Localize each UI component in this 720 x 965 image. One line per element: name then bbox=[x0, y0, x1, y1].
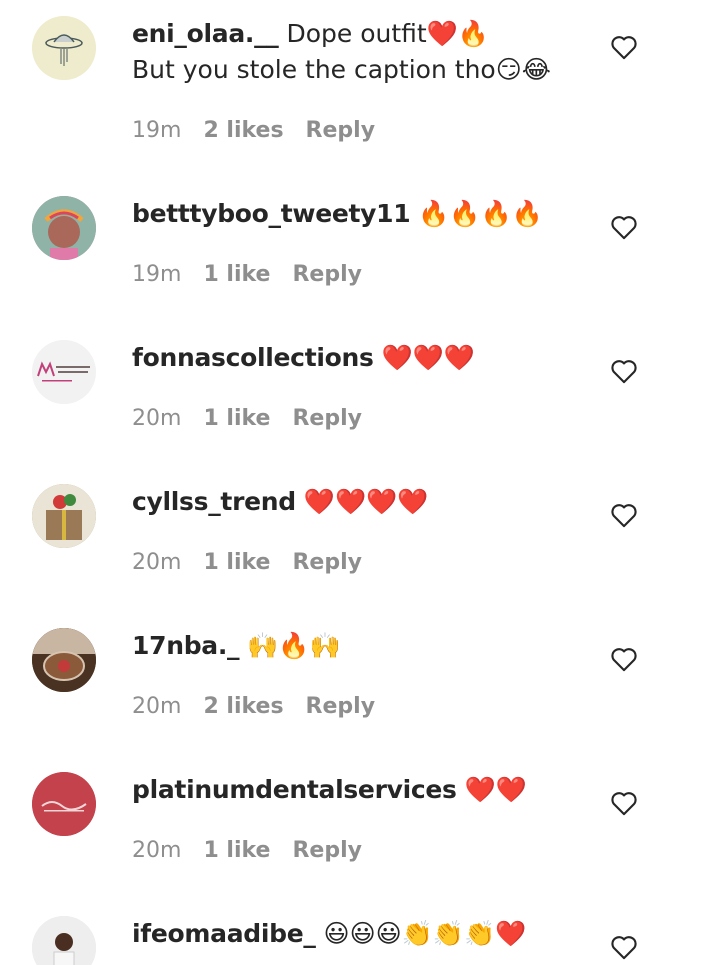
avatar[interactable] bbox=[32, 484, 96, 548]
timestamp: 20m bbox=[132, 550, 182, 575]
avatar[interactable] bbox=[32, 772, 96, 836]
avatar[interactable] bbox=[32, 16, 96, 80]
comment-text: 🙌🔥🙌 bbox=[247, 631, 341, 660]
timestamp: 20m bbox=[132, 838, 182, 863]
username[interactable]: platinumdentalservices bbox=[132, 775, 457, 804]
ufo-icon bbox=[32, 16, 96, 80]
reply-button[interactable]: Reply bbox=[292, 550, 362, 575]
comment-item: ifeomaadibe_ 😃😃😃👏👏👏❤️ bbox=[0, 916, 720, 965]
likes-count[interactable]: 2 likes bbox=[203, 694, 283, 719]
timestamp: 19m bbox=[132, 262, 182, 287]
avatar[interactable] bbox=[32, 196, 96, 260]
comment-text: Dope outfit❤️🔥 bbox=[286, 19, 489, 48]
timestamp: 19m bbox=[132, 118, 182, 143]
reply-button[interactable]: Reply bbox=[292, 838, 362, 863]
reply-button[interactable]: Reply bbox=[306, 118, 376, 143]
username[interactable]: fonnascollections bbox=[132, 343, 374, 372]
comment-text: ❤️❤️ bbox=[464, 775, 527, 804]
likes-count[interactable]: 1 like bbox=[203, 550, 270, 575]
likes-count[interactable]: 1 like bbox=[203, 262, 270, 287]
comment-text: ❤️❤️❤️ bbox=[381, 343, 475, 372]
comment-item: fonnascollections ❤️❤️❤️ 20m 1 like Reply bbox=[0, 340, 720, 484]
avatar[interactable] bbox=[32, 340, 96, 404]
reply-button[interactable]: Reply bbox=[306, 694, 376, 719]
timestamp: 20m bbox=[132, 694, 182, 719]
avatar[interactable] bbox=[32, 916, 96, 965]
username[interactable]: cyllss_trend bbox=[132, 487, 296, 516]
username[interactable]: ifeomaadibe_ bbox=[132, 919, 316, 948]
reply-button[interactable]: Reply bbox=[292, 406, 362, 431]
reply-button[interactable]: Reply bbox=[292, 262, 362, 287]
child-photo bbox=[32, 196, 96, 260]
heart-icon[interactable] bbox=[610, 214, 638, 240]
comment-text-continued: But you stole the caption tho😏😂 bbox=[132, 55, 551, 84]
timestamp: 20m bbox=[132, 406, 182, 431]
comment-item: betttyboo_tweety11 🔥🔥🔥🔥 19m 1 like Reply bbox=[0, 196, 720, 340]
likes-count[interactable]: 2 likes bbox=[203, 118, 283, 143]
heart-icon[interactable] bbox=[610, 646, 638, 672]
platinum-logo bbox=[32, 772, 96, 836]
comment-text: ❤️❤️❤️❤️ bbox=[303, 487, 429, 516]
avatar[interactable] bbox=[32, 628, 96, 692]
comment-item: platinumdentalservices ❤️❤️ 20m 1 like Rep… bbox=[0, 772, 720, 916]
likes-count[interactable]: 1 like bbox=[203, 838, 270, 863]
comment-item: eni_olaa.__ Dope outfit❤️🔥 But you stole… bbox=[0, 16, 720, 160]
heart-icon[interactable] bbox=[610, 934, 638, 960]
heart-icon[interactable] bbox=[610, 790, 638, 816]
heart-icon[interactable] bbox=[610, 358, 638, 384]
username[interactable]: eni_olaa.__ bbox=[132, 19, 279, 48]
gift-box-photo bbox=[32, 484, 96, 548]
heart-icon[interactable] bbox=[610, 34, 638, 60]
woman-photo bbox=[32, 916, 96, 965]
heart-icon[interactable] bbox=[610, 502, 638, 528]
likes-count[interactable]: 1 like bbox=[203, 406, 270, 431]
username[interactable]: 17nba._ bbox=[132, 631, 240, 660]
username[interactable]: betttyboo_tweety11 bbox=[132, 199, 411, 228]
fonnas-logo bbox=[32, 340, 96, 404]
comment-text: 🔥🔥🔥🔥 bbox=[418, 199, 543, 228]
comment-item: 17nba._ 🙌🔥🙌 20m 2 likes Reply bbox=[0, 628, 720, 772]
comment-text: 😃😃😃👏👏👏❤️ bbox=[323, 919, 527, 948]
comment-item: cyllss_trend ❤️❤️❤️❤️ 20m 1 like Reply bbox=[0, 484, 720, 628]
tea-cup-photo bbox=[32, 628, 96, 692]
